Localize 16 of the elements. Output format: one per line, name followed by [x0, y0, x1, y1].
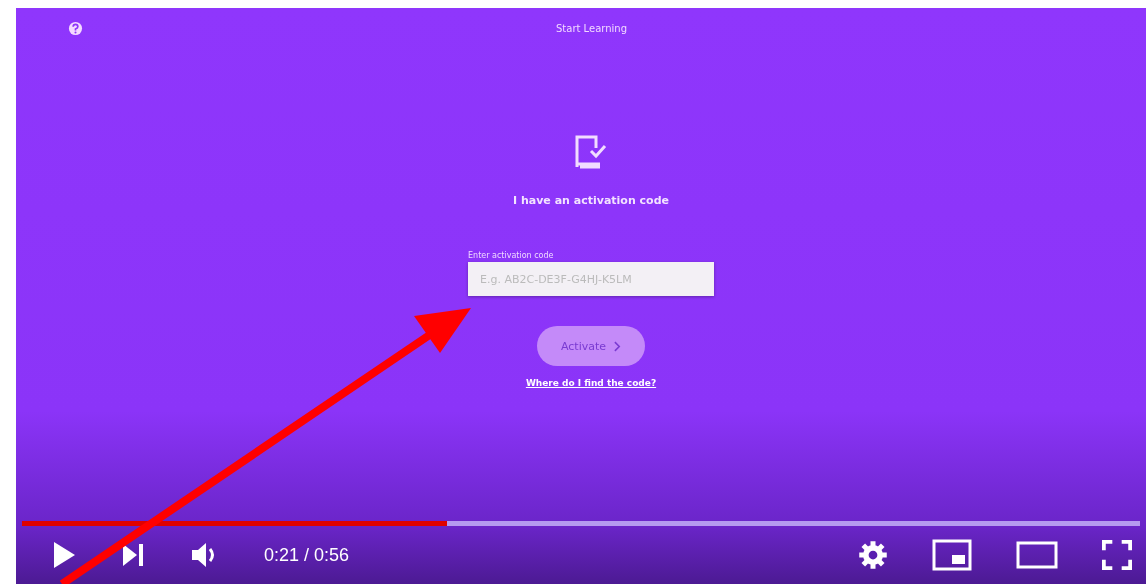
- heading: I have an activation code: [513, 194, 669, 207]
- chevron-icon: [614, 340, 622, 352]
- page-title: Start Learning: [556, 22, 628, 34]
- activation-code-field[interactable]: E.g. AB2C-DE3F-G4HJ-K5LM: [468, 262, 714, 296]
- next-icon[interactable]: [120, 543, 146, 567]
- theater-mode-icon[interactable]: [1016, 541, 1058, 569]
- play-icon[interactable]: [52, 541, 76, 569]
- fullscreen-icon[interactable]: [1102, 540, 1132, 570]
- help-icon[interactable]: [68, 20, 83, 36]
- settings-icon[interactable]: [858, 540, 888, 570]
- time-display: 0:21 / 0:56: [264, 544, 350, 566]
- progress-track[interactable]: [22, 521, 1140, 526]
- field-label: Enter activation code: [468, 251, 554, 260]
- miniplayer-icon[interactable]: [932, 539, 972, 571]
- help-link[interactable]: Where do I find the code?: [525, 378, 657, 388]
- book-check-icon: [574, 134, 608, 170]
